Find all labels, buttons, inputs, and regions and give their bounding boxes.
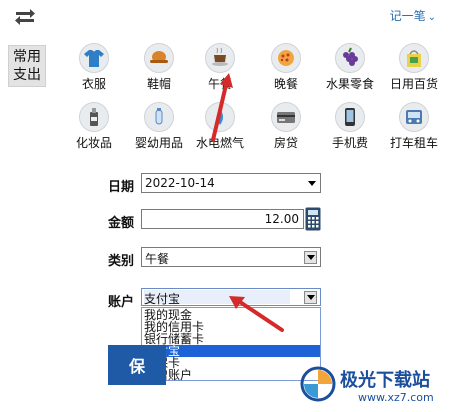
watermark-title: 极光下载站 [340,370,430,391]
watermark: 极光下载站 www.xz7.com [300,360,448,410]
annotation-arrows [211,73,284,332]
watermark-logo-icon [300,366,336,402]
watermark-url: www.xz7.com [358,391,434,404]
annotation-arrow [238,300,284,332]
annotation-arrow-head [220,73,233,88]
annotation-arrow [211,83,228,142]
